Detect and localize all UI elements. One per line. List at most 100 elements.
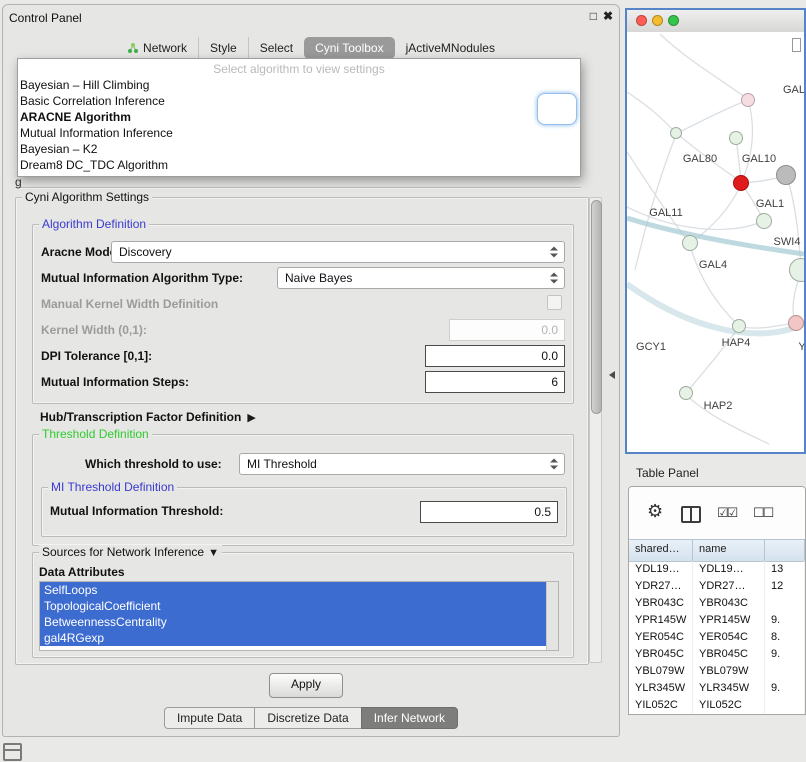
which-threshold-combo[interactable]: MI Threshold <box>239 453 565 475</box>
hub-transcription-expander[interactable]: Hub/Transcription Factor Definition▶ <box>40 410 256 424</box>
mi-algorithm-type-value: Naive Bayes <box>285 271 352 285</box>
table-row[interactable]: YDL19…YDL19…13 <box>629 561 805 578</box>
node-label: HAP4 <box>722 337 751 349</box>
bottom-tabbar: Impute Data Discretize Data Infer Networ… <box>3 707 619 729</box>
list-item[interactable]: gal4RGexp <box>40 630 546 646</box>
mi-threshold-label: Mutual Information Threshold: <box>50 504 223 518</box>
mi-steps-field[interactable]: 6 <box>425 371 565 393</box>
which-threshold-label: Which threshold to use: <box>85 457 222 471</box>
network-node[interactable] <box>670 127 682 139</box>
network-view-window: GAL GAL80 GAL10 GAL11 GAL1 SWI4 GAL4 GCY… <box>625 8 806 454</box>
list-scrollbar[interactable] <box>546 582 558 650</box>
dropdown-item[interactable]: Basic Correlation Inference <box>18 93 580 109</box>
algorithm-dropdown-popup: Select algorithm to view settings Bayesi… <box>17 58 581 177</box>
node-label: GAL80 <box>683 153 717 165</box>
column-header-name[interactable]: name <box>693 540 765 561</box>
columns-icon[interactable] <box>681 506 701 523</box>
dropdown-item[interactable]: Bayesian – Hill Climbing <box>18 77 580 93</box>
table-row[interactable]: YIL052CYIL052C <box>629 697 805 714</box>
canvas-scrollbar-nub[interactable] <box>792 38 801 52</box>
threshold-definition-group: Threshold Definition Which threshold to … <box>32 434 574 546</box>
settings-scrollbar-thumb[interactable] <box>591 200 602 414</box>
node-label: GAL1 <box>756 198 784 210</box>
mi-threshold-value: 0.5 <box>534 505 551 519</box>
control-panel-title: Control Panel <box>9 11 82 25</box>
tab-select[interactable]: Select <box>248 37 304 59</box>
close-traffic-light[interactable] <box>636 15 647 26</box>
tab-cyni-toolbox[interactable]: Cyni Toolbox <box>304 37 394 59</box>
aracne-mode-combo[interactable]: Discovery <box>111 241 565 263</box>
mi-algorithm-type-combo[interactable]: Naive Bayes <box>277 267 565 289</box>
table-body: YDL19…YDL19…13 YDR27…YDR27…12 YBR043CYBR… <box>629 561 805 714</box>
gear-icon[interactable]: ⚙ <box>647 501 663 522</box>
tab-jactivemnodules[interactable]: jActiveMNodules <box>395 37 506 59</box>
table-row[interactable]: YBR045CYBR045C9. <box>629 646 805 663</box>
data-attributes-label: Data Attributes <box>39 565 125 579</box>
list-item[interactable]: BetweennessCentrality <box>40 614 546 630</box>
table-row[interactable]: YLR345WYLR345W9. <box>629 680 805 697</box>
clear-all-checks-icon[interactable]: ☐☐ <box>753 505 772 521</box>
mi-steps-value: 6 <box>551 375 558 389</box>
aracne-mode-label: Aracne Mode: <box>41 245 120 259</box>
kernel-width-field: 0.0 <box>449 319 565 341</box>
dropdown-item-selected[interactable]: ARACNE Algorithm <box>18 109 580 125</box>
float-window-icon[interactable]: □ <box>590 9 597 23</box>
tab-network[interactable]: Network <box>116 37 198 59</box>
network-canvas[interactable]: GAL GAL80 GAL10 GAL11 GAL1 SWI4 GAL4 GCY… <box>627 32 804 452</box>
network-node-hap4[interactable] <box>732 319 746 333</box>
list-item[interactable]: TopologicalCoefficient <box>40 598 546 614</box>
close-window-icon[interactable]: ✖ <box>603 9 613 23</box>
network-node[interactable] <box>788 315 804 331</box>
table-row[interactable]: YBR043CYBR043C <box>629 595 805 612</box>
algorithm-definition-group: Algorithm Definition Aracne Mode: Discov… <box>32 224 574 404</box>
table-row[interactable]: YDR27…YDR27…12 <box>629 578 805 595</box>
network-tab-icon <box>127 42 139 54</box>
tab-infer-network[interactable]: Infer Network <box>361 707 458 729</box>
apply-button[interactable]: Apply <box>269 673 343 698</box>
column-header-shared[interactable]: shared… <box>629 540 693 561</box>
network-node-gal1[interactable] <box>756 213 772 229</box>
panel-dock-icon[interactable] <box>3 743 22 761</box>
settings-scrollbar-track[interactable] <box>589 197 602 663</box>
dpi-tolerance-value: 0.0 <box>541 349 558 363</box>
dropdown-item[interactable]: Dream8 DC_TDC Algorithm <box>18 157 580 173</box>
network-node-gal10[interactable] <box>733 175 749 191</box>
network-node[interactable] <box>741 93 755 107</box>
collapse-down-icon: ▼ <box>204 547 219 559</box>
dpi-tolerance-field[interactable]: 0.0 <box>425 345 565 367</box>
dropdown-item[interactable]: Mutual Information Inference <box>18 125 580 141</box>
network-node[interactable] <box>776 165 796 185</box>
select-all-checks-icon[interactable]: ☑☑ <box>717 505 736 521</box>
table-row[interactable]: YPR145WYPR145W9. <box>629 612 805 629</box>
network-node[interactable] <box>729 131 743 145</box>
minimize-traffic-light[interactable] <box>652 15 663 26</box>
tab-discretize-data[interactable]: Discretize Data <box>254 707 361 729</box>
tab-style[interactable]: Style <box>198 37 248 59</box>
dropdown-item[interactable]: Bayesian – K2 <box>18 141 580 157</box>
combo-arrows-icon <box>550 273 558 284</box>
tab-impute-data[interactable]: Impute Data <box>164 707 255 729</box>
column-header-extra[interactable] <box>765 540 805 561</box>
network-node-hap2[interactable] <box>679 386 693 400</box>
table-row[interactable]: YER054CYER054C8. <box>629 629 805 646</box>
list-item[interactable]: SelfLoops <box>40 582 546 598</box>
mi-threshold-field[interactable]: 0.5 <box>420 501 558 523</box>
mi-threshold-definition-group: MI Threshold Definition Mutual Informati… <box>41 487 567 537</box>
node-label: HAP2 <box>704 400 733 412</box>
mi-algorithm-type-label: Mutual Information Algorithm Type: <box>41 271 243 285</box>
node-label: GAL <box>783 84 804 96</box>
node-label: GCY1 <box>636 341 666 353</box>
node-label: GAL4 <box>699 259 727 271</box>
node-label: SWI4 <box>774 236 801 248</box>
focused-settings-button[interactable] <box>537 93 577 125</box>
network-node-gal4[interactable] <box>682 235 698 251</box>
aracne-mode-value: Discovery <box>119 245 172 259</box>
network-window-titlebar[interactable] <box>627 10 804 33</box>
table-panel-title: Table Panel <box>636 466 699 480</box>
table-row[interactable]: YBL079WYBL079W <box>629 663 805 680</box>
sources-group-title[interactable]: Sources for Network Inference▼ <box>39 545 222 559</box>
zoom-traffic-light[interactable] <box>668 15 679 26</box>
tab-jactivemnodules-label: jActiveMNodules <box>406 41 495 55</box>
tab-style-label: Style <box>210 41 237 55</box>
panel-collapse-arrow-icon[interactable] <box>609 371 615 379</box>
